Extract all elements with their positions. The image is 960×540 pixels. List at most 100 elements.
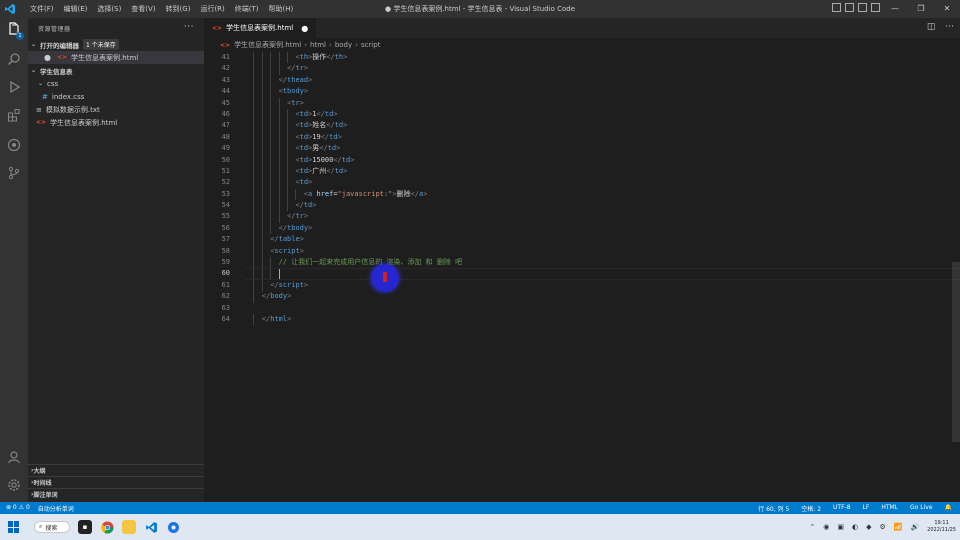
restore-icon[interactable]: ❐ — [908, 0, 934, 18]
file-item[interactable]: <> 学生信息表案例.html — [28, 116, 204, 129]
open-editors-section[interactable]: ⌄ 打开的编辑器 1 个未保存 — [28, 38, 204, 51]
code-line[interactable]: 47 <td>姓名</td> — [204, 120, 960, 132]
problems-status[interactable]: ⊗ 0 ⚠ 0 — [6, 504, 30, 513]
notifications-icon[interactable]: 🔔 — [945, 504, 952, 513]
tray-app-icon[interactable]: ⚙ — [879, 523, 885, 531]
breadcrumb-body[interactable]: body — [335, 41, 352, 49]
code-line[interactable]: 58 <script> — [204, 245, 960, 258]
breadcrumb-file[interactable]: 学生信息表案例.html — [234, 40, 301, 50]
indentation[interactable]: 空格: 2 — [801, 504, 821, 513]
code-line[interactable]: 62 </body> — [204, 291, 960, 303]
extensions-icon[interactable] — [5, 108, 23, 126]
indent-guide — [270, 63, 272, 75]
code-line[interactable]: 48 <td>19</td> — [204, 131, 960, 144]
line-number: 41 — [221, 53, 230, 61]
remote-explorer-icon[interactable] — [5, 138, 23, 156]
file-name: index.css — [51, 92, 85, 101]
toggle-sidebar-icon[interactable] — [832, 3, 841, 12]
code-line[interactable]: 52 <td> — [204, 177, 960, 189]
code-line[interactable]: 64 </html> — [204, 313, 960, 326]
file-explorer-icon[interactable] — [122, 520, 136, 534]
code-line[interactable]: 41 <th>操作</th> — [204, 52, 960, 64]
code-line[interactable]: 56 </tbody> — [204, 222, 960, 235]
close-icon[interactable]: ✕ — [934, 0, 960, 18]
search-icon[interactable] — [5, 52, 23, 70]
file-item[interactable]: ≡ 模拟数据示例.txt — [28, 103, 204, 116]
cursor-position[interactable]: 行 60, 列 5 — [758, 504, 789, 513]
clock[interactable]: 19:11 2022/11/25 — [927, 520, 956, 534]
folder-css[interactable]: ⌄ css — [28, 77, 204, 90]
menu-selection[interactable]: 选择(S) — [92, 4, 126, 14]
code-line[interactable]: 45 <tr> — [204, 97, 960, 109]
menu-go[interactable]: 转到(G) — [161, 4, 196, 14]
menu-file[interactable]: 文件(F) — [25, 4, 59, 14]
encoding[interactable]: UTF-8 — [833, 504, 851, 513]
more-actions-icon[interactable]: ··· — [184, 22, 194, 32]
file-item[interactable]: # index.css — [28, 90, 204, 103]
menu-run[interactable]: 运行(R) — [195, 4, 229, 14]
vertical-scrollbar[interactable] — [950, 52, 960, 502]
menu-view[interactable]: 查看(V) — [126, 4, 160, 14]
toggle-secondary-sidebar-icon[interactable] — [858, 3, 867, 12]
tray-app-icon[interactable]: ▣ — [837, 523, 844, 531]
menu-help[interactable]: 帮助(H) — [264, 4, 299, 14]
open-editor-item[interactable]: ● <> 学生信息表案例.html — [28, 51, 204, 64]
task-view-icon[interactable]: ▪ — [78, 520, 92, 534]
app-icon[interactable] — [166, 520, 180, 534]
tray-chevron-icon[interactable]: ⌃ — [809, 523, 815, 531]
footnote-words-section[interactable]: › 脚注单词 — [28, 488, 204, 500]
code-line[interactable]: 43 </thead> — [204, 74, 960, 87]
indent-guide — [261, 108, 263, 121]
unsaved-dot-icon[interactable]: ● — [301, 24, 308, 33]
tray-app-icon[interactable]: ◆ — [866, 523, 871, 531]
tray-app-icon[interactable]: ◐ — [852, 523, 858, 531]
minimize-icon[interactable]: — — [882, 0, 908, 18]
vscode-taskbar-icon[interactable] — [144, 520, 158, 534]
split-editor-icon[interactable]: ◫ — [927, 22, 936, 32]
code-line[interactable]: 59 // 让我们一起来完成用户信息的 渲染、添加 和 删除 吧 — [204, 257, 960, 269]
code-line[interactable]: 49 <td>男</td> — [204, 143, 960, 155]
code-line[interactable]: 61 </script> — [204, 279, 960, 292]
settings-gear-icon[interactable] — [5, 478, 23, 496]
code-line[interactable]: 60 — [204, 268, 960, 281]
wifi-icon[interactable]: 📶 — [894, 523, 903, 531]
breadcrumb-html[interactable]: html — [310, 41, 326, 49]
language-mode[interactable]: HTML — [881, 504, 898, 513]
editor-tab[interactable]: <> 学生信息表案例.html ● — [204, 18, 317, 38]
chrome-icon[interactable] — [100, 520, 114, 534]
timeline-section[interactable]: › 时间线 — [28, 476, 204, 488]
project-section[interactable]: ⌄ 学生信息表 — [28, 64, 204, 77]
volume-icon[interactable]: 🔊 — [910, 523, 919, 531]
code-line[interactable]: 42 </tr> — [204, 63, 960, 75]
run-debug-icon[interactable] — [5, 80, 23, 98]
go-live-button[interactable]: Go Live — [910, 504, 932, 513]
code-line[interactable]: 57 </table> — [204, 234, 960, 246]
code-line[interactable]: 44 <tbody> — [204, 86, 960, 98]
code-line[interactable]: 50 <td>15000</td> — [204, 154, 960, 166]
source-control-icon[interactable] — [5, 166, 23, 184]
customize-layout-icon[interactable] — [871, 3, 880, 12]
breadcrumb-script[interactable]: script — [361, 41, 381, 49]
code-line[interactable]: 55 </tr> — [204, 211, 960, 223]
tray-app-icon[interactable]: ◉ — [823, 523, 829, 531]
code-line[interactable]: 54 </td> — [204, 200, 960, 212]
sidebar-title-text: 资源管理器 — [38, 25, 71, 33]
code-line[interactable]: 51 <td>广州</td> — [204, 165, 960, 178]
taskbar-search[interactable]: ⌕ 搜索 — [34, 521, 70, 533]
toggle-panel-icon[interactable] — [845, 3, 854, 12]
windows-start-icon[interactable] — [8, 521, 20, 533]
auto-analyze-status[interactable]: 自动分析单词 — [38, 504, 74, 513]
code-line[interactable]: 46 <td>1</td> — [204, 108, 960, 121]
menu-terminal[interactable]: 终端(T) — [230, 4, 264, 14]
menu-edit[interactable]: 编辑(E) — [59, 4, 93, 14]
outline-section[interactable]: › 大纲 — [28, 464, 204, 476]
code-editor[interactable]: 41 <th>操作</th> 42 </tr> 43 </thead> 44 <tbody> 4… — [204, 52, 960, 326]
code-line[interactable]: 53 <a href="javascript:">删除</a> — [204, 188, 960, 201]
line-ending[interactable]: LF — [863, 504, 870, 513]
unsaved-dot-icon[interactable]: ● — [44, 53, 51, 62]
account-icon[interactable] — [5, 450, 23, 468]
scrollbar-thumb[interactable] — [952, 262, 960, 442]
code-line[interactable]: 63 — [204, 303, 960, 314]
line-number: 60 — [221, 269, 230, 278]
more-actions-icon[interactable]: ··· — [945, 22, 954, 32]
